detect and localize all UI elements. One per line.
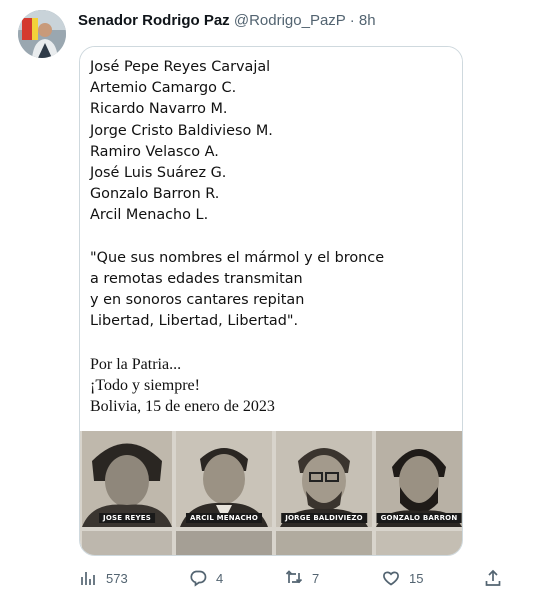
reply-count: 4 <box>216 570 224 586</box>
portrait-photo: ARCIL MENACHO <box>176 431 272 527</box>
portrait-photo <box>276 531 372 555</box>
portrait-label: GONZALO BARRON <box>376 513 462 523</box>
quote-line: Libertad, Libertad, Libertad". <box>90 313 299 330</box>
portrait-photo: GONZALO BARRON <box>376 431 462 527</box>
views-count: 573 <box>106 570 128 586</box>
tweet-time[interactable]: 8h <box>359 12 376 29</box>
name-line: José Pepe Reyes Carvajal <box>90 59 271 75</box>
like-button[interactable]: 15 <box>382 566 423 590</box>
share-button[interactable] <box>484 566 502 590</box>
tweet-media[interactable]: José Pepe Reyes Carvajal Artemio Camargo… <box>79 46 463 556</box>
quote-line: a remotas edades transmitan <box>90 270 303 287</box>
analytics-icon <box>81 572 95 585</box>
name-line: Arcil Menacho L. <box>90 207 209 224</box>
reply-icon <box>190 570 207 587</box>
author-handle[interactable]: @Rodrigo_PazP <box>234 12 346 29</box>
quote-line: y en sonoros cantares repitan <box>90 292 305 309</box>
avatar-image <box>18 10 66 58</box>
portrait-photo: JOSE REYES <box>82 431 172 527</box>
avatar[interactable] <box>18 10 66 58</box>
name-line: Artemio Camargo C. <box>90 80 237 97</box>
portrait-label: JOSE REYES <box>99 513 155 523</box>
name-line: Jorge Cristo Baldivieso M. <box>90 122 273 139</box>
like-count: 15 <box>409 570 424 586</box>
names-list: José Pepe Reyes Carvajal Artemio Camargo… <box>90 57 462 227</box>
quote-block: "Que sus nombres el mármol y el bronce a… <box>90 248 462 333</box>
portrait-photo <box>376 531 462 555</box>
retweet-button[interactable]: 7 <box>285 566 319 590</box>
portrait-photo <box>82 531 172 555</box>
name-line: Gonzalo Barron R. <box>90 186 220 203</box>
closing-block: Por la Patria... ¡Todo y siempre! Bolivi… <box>90 354 462 418</box>
portrait-label: JORGE BALDIVIEZO <box>281 513 367 523</box>
views-button[interactable]: 573 <box>79 566 128 590</box>
author-name[interactable]: Senador Rodrigo Paz <box>78 12 230 29</box>
closing-line: Por la Patria... <box>90 355 182 373</box>
like-icon <box>383 571 399 586</box>
name-line: Ricardo Navarro M. <box>90 101 228 118</box>
portrait-photo: JORGE BALDIVIEZO <box>276 431 372 527</box>
tweet[interactable]: Senador Rodrigo Paz @Rodrigo_PazP · 8h J… <box>0 0 555 597</box>
name-line: Ramiro Velasco A. <box>90 143 219 160</box>
media-text-image: José Pepe Reyes Carvajal Artemio Camargo… <box>80 47 462 431</box>
share-icon <box>485 569 501 586</box>
reply-button[interactable]: 4 <box>189 566 223 590</box>
closing-line: ¡Todo y siempre! <box>90 376 200 394</box>
portrait-strip: JOSE REYES ARCIL MENACHO JORGE BALDIVIEZ… <box>80 431 462 555</box>
quote-line: "Que sus nombres el mármol y el bronce <box>90 249 385 266</box>
name-line: José Luis Suárez G. <box>90 164 227 181</box>
tweet-actions: 573 4 7 15 <box>79 566 509 590</box>
closing-line: Bolivia, 15 de enero de 2023 <box>90 398 275 415</box>
portrait-label: ARCIL MENACHO <box>185 513 263 523</box>
retweet-count: 7 <box>312 570 320 586</box>
tweet-header: Senador Rodrigo Paz @Rodrigo_PazP · 8h <box>78 11 376 31</box>
separator-dot: · <box>349 12 355 29</box>
portrait-photo <box>176 531 272 555</box>
retweet-icon <box>285 570 303 584</box>
